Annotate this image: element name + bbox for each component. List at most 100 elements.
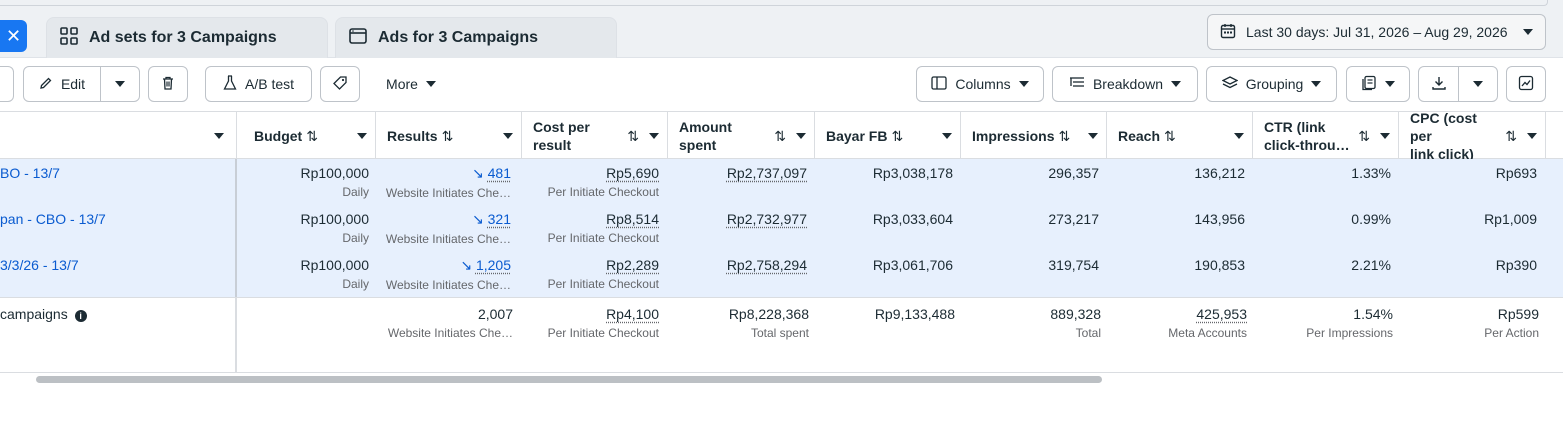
- cpc-value: Rp693: [1495, 165, 1537, 181]
- cpc-header-line1: CPC (cost per: [1410, 109, 1477, 144]
- ctr-value: 2.21%: [1351, 257, 1391, 273]
- results-sub: Website Initiates Che…: [385, 232, 511, 246]
- trash-icon: [160, 75, 176, 94]
- column-header-name[interactable]: [0, 112, 237, 159]
- cost-per-result-cell: Rp8,514 Per Initiate Checkout: [523, 211, 659, 245]
- column-header-amount-spent[interactable]: Amount spent ⇅: [669, 112, 815, 159]
- column-header-cost-per-result[interactable]: Cost per result ⇅: [523, 112, 668, 159]
- sort-icon: ⇅: [306, 127, 318, 144]
- date-range-picker[interactable]: Last 30 days: Jul 31, 2026 – Aug 29, 202…: [1207, 14, 1546, 50]
- column-header-ctr[interactable]: CTR (link click-throu… ⇅: [1254, 112, 1399, 159]
- summary-cost-per-result-sub: Per Initiate Checkout: [547, 326, 659, 340]
- layers-icon: [1221, 75, 1239, 93]
- info-icon[interactable]: i: [74, 310, 87, 322]
- tab-ads[interactable]: Ads for 3 Campaigns: [335, 17, 617, 58]
- cpc-value: Rp390: [1495, 257, 1537, 273]
- name-cell: 3/3/26 - 13/7: [0, 251, 237, 297]
- summary-bayar-fb-value: Rp9,133,488: [874, 306, 955, 322]
- more-label: More: [386, 76, 418, 92]
- cost-per-result-cell: Rp5,690 Per Initiate Checkout: [523, 165, 659, 199]
- tab-ad-sets-label: Ad sets for 3 Campaigns: [89, 29, 277, 46]
- budget-cell: Rp100,000 Daily: [244, 165, 369, 199]
- chevron-down-icon: [1088, 132, 1098, 139]
- amount-spent-cell: Rp2,737,097: [669, 165, 807, 181]
- delete-button[interactable]: [148, 66, 188, 102]
- sort-icon: ⇅: [774, 127, 786, 144]
- bayar-fb-value: Rp3,038,178: [872, 165, 953, 181]
- summary-results-cell: 2,007 Website Initiates Che…: [377, 306, 513, 340]
- summary-cpc-sub: Per Action: [1484, 326, 1539, 340]
- name-cell: BO - 13/7: [0, 159, 237, 205]
- export-dropdown-button[interactable]: [1458, 66, 1498, 102]
- trend-down-icon: ↘: [472, 165, 484, 181]
- download-icon: [1431, 75, 1447, 94]
- chevron-down-icon: [1380, 132, 1390, 139]
- ab-test-button[interactable]: A/B test: [205, 66, 312, 102]
- campaign-name-link[interactable]: BO - 13/7: [0, 165, 60, 181]
- tag-button[interactable]: [320, 66, 360, 102]
- budget-header-label: Budget: [254, 127, 303, 144]
- reports-button[interactable]: [1346, 66, 1410, 102]
- chart-view-button[interactable]: [1506, 66, 1546, 102]
- chevron-down-icon: [1234, 132, 1244, 139]
- column-header-bayar-fb[interactable]: Bayar FB ⇅: [816, 112, 961, 159]
- chart-icon: [1518, 75, 1534, 94]
- grouping-button[interactable]: Grouping: [1206, 66, 1337, 102]
- campaign-name-link[interactable]: pan - CBO - 13/7: [0, 211, 106, 227]
- sort-icon: ⇅: [1358, 127, 1370, 144]
- ads-window-icon: [348, 26, 368, 51]
- reach-value: 143,956: [1194, 211, 1245, 227]
- summary-name-cell: campaigns i: [0, 298, 237, 372]
- chevron-down-icon: [214, 132, 224, 139]
- edit-button[interactable]: Edit: [23, 66, 101, 102]
- cost-per-result-sub: Per Initiate Checkout: [547, 185, 659, 199]
- chevron-down-icon: [649, 132, 659, 139]
- impressions-value: 273,217: [1048, 211, 1099, 227]
- more-button[interactable]: More: [370, 66, 452, 102]
- sort-icon: ⇅: [1505, 127, 1517, 144]
- chevron-down-icon: [425, 81, 436, 87]
- table-header: Budget ⇅ Results ⇅ Cost per result ⇅ Amount…: [0, 109, 1563, 162]
- summary-label: campaigns: [0, 306, 68, 322]
- ctr-value: 0.99%: [1351, 211, 1391, 227]
- columns-icon: [931, 75, 948, 93]
- summary-bayar-fb-cell: Rp9,133,488: [816, 306, 955, 322]
- budget-sub: Daily: [342, 231, 369, 245]
- toolbar: Edit A/B test More Columns Breakdown Gro…: [0, 58, 1563, 111]
- impressions-value: 296,357: [1048, 165, 1099, 181]
- tab-ad-sets[interactable]: Ad sets for 3 Campaigns: [46, 17, 328, 58]
- results-value[interactable]: 1,205: [476, 257, 511, 273]
- horizontal-scrollbar[interactable]: [36, 376, 1102, 383]
- summary-reach-sub: Meta Accounts: [1168, 326, 1247, 340]
- column-header-cpc[interactable]: CPC (cost per link click) ⇅: [1400, 109, 1546, 162]
- date-range-label: Last 30 days: Jul 31, 2026 – Aug 29, 202…: [1246, 24, 1508, 40]
- close-selection-button[interactable]: ✕: [0, 20, 27, 52]
- edit-dropdown-button[interactable]: [100, 66, 140, 102]
- columns-button[interactable]: Columns: [916, 66, 1044, 102]
- column-header-reach[interactable]: Reach ⇅: [1108, 112, 1253, 159]
- campaign-name-link[interactable]: 3/3/26 - 13/7: [0, 257, 79, 273]
- summary-row: campaigns i 2,007 Website Initiates Che……: [0, 297, 1563, 373]
- table-row[interactable]: pan - CBO - 13/7 Rp100,000 Daily ↘ 321 W…: [0, 205, 1563, 251]
- impressions-header-label: Impressions: [972, 127, 1055, 144]
- summary-amount-spent-sub: Total spent: [750, 326, 809, 340]
- cost-per-result-value: Rp5,690: [606, 165, 659, 181]
- column-header-results[interactable]: Results ⇅: [377, 112, 522, 159]
- results-value[interactable]: 481: [488, 165, 511, 181]
- export-button[interactable]: [1418, 66, 1459, 102]
- chevron-down-icon: [1527, 132, 1537, 139]
- create-button-edge[interactable]: [0, 66, 14, 102]
- budget-value: Rp100,000: [300, 257, 369, 273]
- results-value[interactable]: 321: [488, 211, 511, 227]
- calendar-icon: [1220, 23, 1236, 42]
- sort-icon: ⇅: [627, 127, 639, 144]
- table-row[interactable]: BO - 13/7 Rp100,000 Daily ↘ 481 Website …: [0, 159, 1563, 205]
- name-cell: pan - CBO - 13/7: [0, 205, 237, 251]
- summary-reach-value: 425,953: [1196, 306, 1247, 322]
- reach-header-label: Reach: [1118, 127, 1161, 144]
- breakdown-button[interactable]: Breakdown: [1052, 66, 1198, 102]
- results-sub: Website Initiates Che…: [385, 186, 511, 200]
- table-row[interactable]: 3/3/26 - 13/7 Rp100,000 Daily ↘ 1,205 We…: [0, 251, 1563, 297]
- column-header-impressions[interactable]: Impressions ⇅: [962, 112, 1107, 159]
- column-header-budget[interactable]: Budget ⇅: [244, 112, 376, 159]
